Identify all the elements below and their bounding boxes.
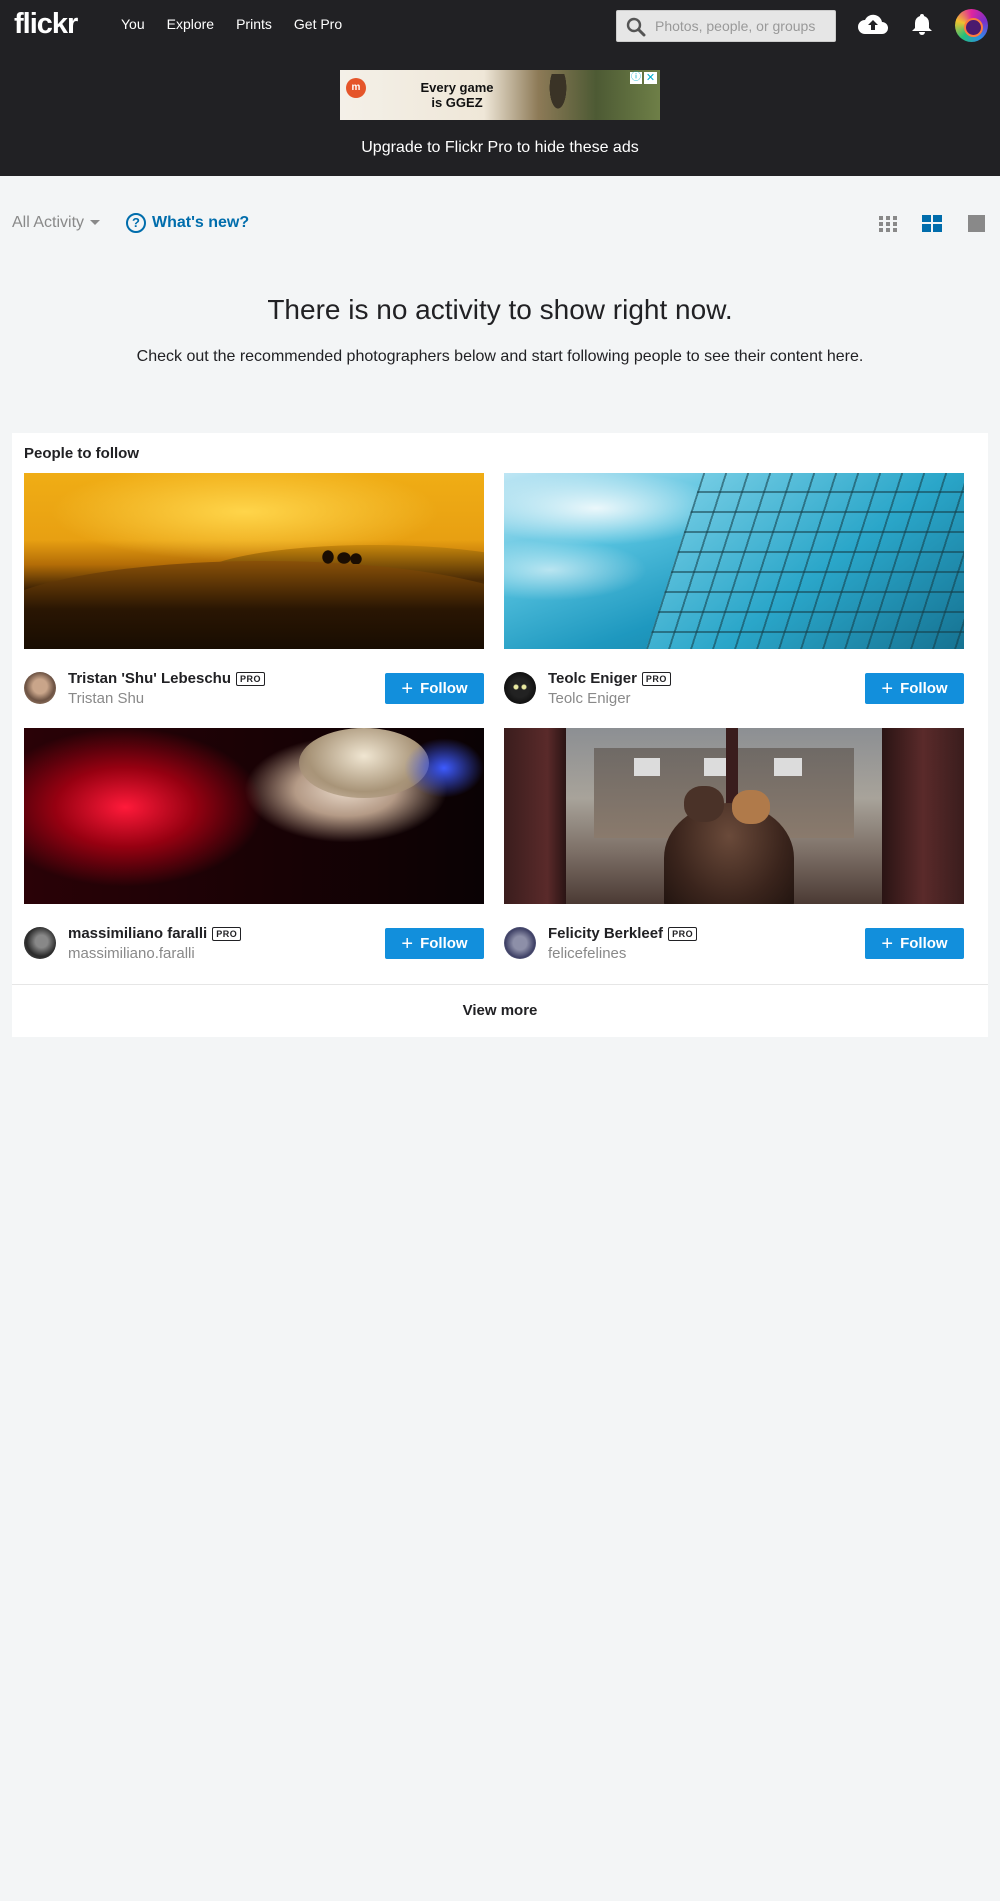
person-username: Teolc Eniger (548, 690, 631, 707)
person-name-text: Tristan 'Shu' Lebeschu (68, 670, 232, 687)
person-avatar[interactable] (504, 927, 536, 959)
pro-badge: PRO (668, 926, 698, 941)
people-to-follow-title: People to follow (24, 445, 139, 462)
follow-label: Follow (420, 935, 468, 952)
activity-filter-dropdown[interactable]: All Activity (12, 214, 101, 232)
empty-state-subtitle: Check out the recommended photographers … (136, 348, 864, 365)
follow-label: Follow (900, 935, 948, 952)
person-username: massimiliano.faralli (68, 945, 195, 962)
plus-icon: + (881, 677, 894, 700)
person-card: Felicity Berkleef PRO felicefelines + Fo… (504, 728, 964, 966)
ad-info-icon[interactable]: ⓘ (630, 72, 642, 84)
follow-button[interactable]: + Follow (865, 673, 964, 704)
empty-state-title: There is no activity to show right now. (267, 294, 733, 325)
person-username: felicefelines (548, 945, 627, 962)
person-avatar[interactable] (504, 672, 536, 704)
person-name[interactable]: massimiliano faralli PRO (68, 925, 242, 942)
caret-down-icon (90, 220, 101, 226)
person-name-text: Felicity Berkleef (548, 925, 664, 942)
ad-logo: m (346, 78, 366, 98)
pro-badge: PRO (212, 926, 242, 941)
flickr-logo[interactable]: flickr (14, 8, 78, 41)
grid-view-icon[interactable] (879, 216, 897, 232)
person-avatar[interactable] (24, 927, 56, 959)
follow-button[interactable]: + Follow (865, 928, 964, 959)
person-card: massimiliano faralli PRO massimiliano.fa… (24, 728, 484, 966)
people-to-follow-panel: People to follow Tristan 'Shu' Lebeschu … (12, 433, 988, 1037)
follow-label: Follow (420, 680, 468, 697)
person-name[interactable]: Felicity Berkleef PRO (548, 925, 698, 942)
person-photo[interactable] (24, 473, 484, 649)
ad-figure (545, 74, 571, 120)
pro-badge: PRO (236, 671, 266, 686)
ad-text-line1: Every game (420, 80, 494, 95)
person-name[interactable]: Tristan 'Shu' Lebeschu PRO (68, 670, 266, 687)
ad-text-line2: is GGEZ (431, 95, 483, 110)
ad-banner[interactable]: m Every game is GGEZ ⓘ ✕ (340, 70, 660, 120)
search-box[interactable] (616, 10, 836, 42)
medium-view-icon[interactable] (922, 215, 942, 232)
whats-new-link[interactable]: ? What's new? (126, 213, 249, 233)
person-card: Tristan 'Shu' Lebeschu PRO Tristan Shu +… (24, 473, 484, 711)
person-username: Tristan Shu (68, 690, 145, 707)
search-input[interactable] (655, 11, 830, 41)
search-icon[interactable] (626, 17, 646, 37)
user-avatar[interactable] (955, 9, 988, 42)
follow-button[interactable]: + Follow (385, 673, 484, 704)
pro-badge: PRO (641, 671, 671, 686)
ad-text: Every game is GGEZ (402, 80, 512, 110)
person-avatar[interactable] (24, 672, 56, 704)
plus-icon: + (401, 932, 414, 955)
person-card: Teolc Eniger PRO Teolc Eniger + Follow (504, 473, 964, 711)
whats-new-label: What's new? (152, 214, 250, 231)
ad-close-icon[interactable]: ✕ (644, 72, 657, 84)
activity-filter-label: All Activity (12, 214, 85, 231)
upgrade-to-pro-link[interactable]: Upgrade to Flickr Pro to hide these ads (0, 139, 1000, 157)
upload-cloud-icon[interactable] (857, 12, 889, 36)
person-name[interactable]: Teolc Eniger PRO (548, 670, 671, 687)
follow-label: Follow (900, 680, 948, 697)
person-photo[interactable] (504, 473, 964, 649)
plus-icon: + (881, 932, 894, 955)
follow-button[interactable]: + Follow (385, 928, 484, 959)
bell-icon[interactable] (911, 12, 933, 36)
person-photo[interactable] (504, 728, 964, 904)
view-more-button[interactable]: View more (12, 984, 988, 1037)
ad-band: m Every game is GGEZ ⓘ ✕ Upgrade to Flic… (0, 50, 1000, 176)
top-navbar: flickr You Explore Prints Get Pro (0, 0, 1000, 50)
question-icon: ? (126, 213, 146, 233)
plus-icon: + (401, 677, 414, 700)
person-photo[interactable] (24, 728, 484, 904)
person-name-text: Teolc Eniger (548, 670, 637, 687)
large-view-icon[interactable] (968, 215, 985, 232)
nav-prints[interactable]: Prints (236, 16, 272, 32)
main-nav: You Explore Prints Get Pro (121, 16, 364, 32)
nav-you[interactable]: You (121, 16, 145, 32)
nav-get-pro[interactable]: Get Pro (294, 16, 342, 32)
person-name-text: massimiliano faralli (68, 925, 208, 942)
nav-explore[interactable]: Explore (167, 16, 214, 32)
